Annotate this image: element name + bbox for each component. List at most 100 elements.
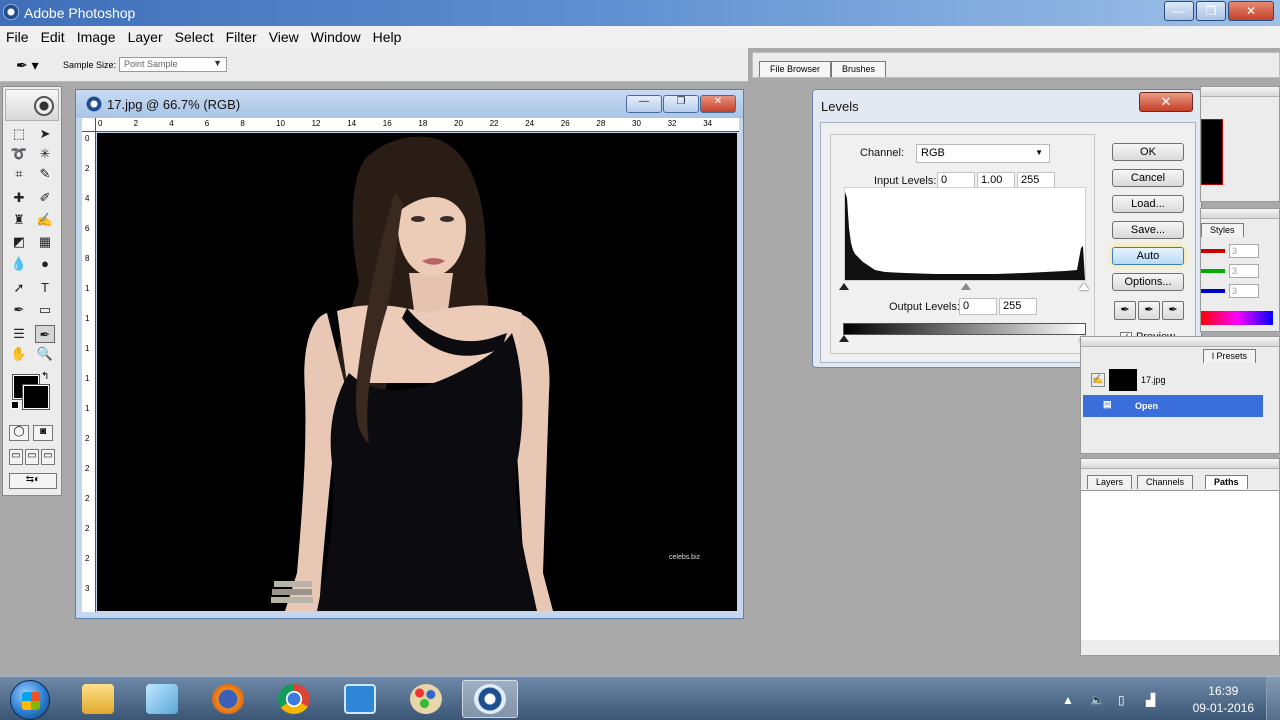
color-palette-header[interactable]	[1201, 209, 1279, 219]
gradient-tool-icon[interactable]: ▦	[35, 233, 55, 251]
document-title-bar[interactable]: 17.jpg @ 66.7% (RGB) — ❐ ✕	[76, 90, 743, 118]
menu-file[interactable]: File	[0, 26, 35, 48]
menu-layer[interactable]: Layer	[122, 26, 169, 48]
battery-icon[interactable]: ▯	[1118, 693, 1125, 707]
magic-wand-tool-icon[interactable]: ✳	[35, 145, 55, 163]
paths-list[interactable]	[1081, 490, 1279, 640]
vertical-ruler[interactable]: 0 2 4 6 8 1 1 1 1 1 2 2 2 2 2 3	[82, 132, 96, 612]
pen-tool-icon[interactable]: ✒	[9, 301, 29, 319]
channel-select[interactable]: RGB ▼	[916, 144, 1050, 163]
hand-tool-icon[interactable]: ✋	[9, 345, 29, 363]
cancel-button[interactable]: Cancel	[1112, 169, 1184, 187]
minimize-button[interactable]: —	[1164, 1, 1194, 21]
show-desktop-button[interactable]	[1266, 677, 1280, 720]
menu-select[interactable]: Select	[169, 26, 220, 48]
notes-tool-icon[interactable]: ☰	[9, 325, 29, 343]
sample-size-select[interactable]: Point Sample ▼	[119, 57, 227, 72]
tab-tool-presets[interactable]: l Presets	[1203, 349, 1257, 363]
tab-channels[interactable]: Channels	[1137, 475, 1194, 489]
ruler-origin[interactable]	[82, 118, 96, 132]
eraser-tool-icon[interactable]: ◩	[9, 233, 29, 251]
taskbar-explorer[interactable]	[70, 680, 126, 718]
screen-mode-full-button[interactable]: ▭	[41, 449, 55, 465]
move-tool-icon[interactable]: ➤	[35, 125, 55, 143]
navigator-palette-header[interactable]	[1201, 87, 1279, 97]
slice-tool-icon[interactable]: ✎	[35, 165, 55, 183]
red-slider[interactable]	[1201, 249, 1225, 253]
blue-slider[interactable]	[1201, 289, 1225, 293]
marquee-tool-icon[interactable]: ⬚	[9, 125, 29, 143]
default-colors-icon[interactable]	[11, 401, 19, 409]
menu-view[interactable]: View	[263, 26, 305, 48]
gray-eyedropper-icon[interactable]: ✒	[1138, 301, 1160, 320]
image-canvas[interactable]: celebs.biz	[97, 133, 737, 611]
document-maximize-button[interactable]: ❐	[663, 95, 699, 113]
taskbar-chrome[interactable]	[266, 680, 322, 718]
green-value-field[interactable]: 3	[1229, 264, 1259, 278]
taskbar-screen-capture[interactable]	[332, 680, 388, 718]
green-slider[interactable]	[1201, 269, 1225, 273]
lasso-tool-icon[interactable]: ➰	[9, 145, 29, 163]
eyedropper-tool-preset-icon[interactable]: ✒ ▾	[16, 57, 42, 73]
blue-value-field[interactable]: 3	[1229, 284, 1259, 298]
menu-image[interactable]: Image	[71, 26, 122, 48]
history-brush-source-icon[interactable]: ✍	[1091, 373, 1105, 387]
document-minimize-button[interactable]: —	[626, 95, 662, 113]
menu-window[interactable]: Window	[305, 26, 367, 48]
auto-button[interactable]: Auto	[1112, 247, 1184, 265]
tab-brushes[interactable]: Brushes	[831, 61, 887, 77]
taskbar-photoshop[interactable]	[462, 680, 518, 718]
load-button[interactable]: Load...	[1112, 195, 1184, 213]
history-state-open[interactable]: ▤ Open	[1083, 395, 1263, 417]
dodge-tool-icon[interactable]: ●	[35, 255, 55, 273]
history-snapshot[interactable]: ✍ 17.jpg	[1083, 369, 1263, 391]
tray-expand-icon[interactable]: ▲	[1062, 693, 1074, 707]
taskbar-paint[interactable]	[398, 680, 454, 718]
ok-button[interactable]: OK	[1112, 143, 1184, 161]
color-ramp[interactable]	[1201, 311, 1273, 325]
volume-icon[interactable]: 🔈	[1090, 693, 1105, 707]
type-tool-icon[interactable]: T	[35, 279, 55, 297]
levels-close-button[interactable]: ✕	[1139, 92, 1193, 112]
adobe-online-icon[interactable]	[34, 96, 54, 116]
tab-styles[interactable]: Styles	[1201, 223, 1244, 237]
input-white-slider[interactable]	[1079, 283, 1089, 290]
taskbar-clock[interactable]: 16:39 09-01-2016	[1193, 683, 1254, 717]
menu-edit[interactable]: Edit	[35, 26, 71, 48]
quick-mask-mode-button[interactable]: ◙	[33, 425, 53, 441]
layers-palette-header[interactable]	[1081, 459, 1279, 469]
taskbar-firefox[interactable]	[200, 680, 256, 718]
eyedropper-tool-icon[interactable]: ✒	[35, 325, 55, 343]
tab-file-browser[interactable]: File Browser	[759, 61, 832, 77]
zoom-tool-icon[interactable]: 🔍	[35, 345, 55, 363]
crop-tool-icon[interactable]: ⌗	[9, 165, 29, 183]
taskbar-notes[interactable]	[134, 680, 190, 718]
rectangle-tool-icon[interactable]: ▭	[35, 301, 55, 319]
output-black-slider[interactable]	[839, 335, 849, 342]
horizontal-ruler[interactable]: 0 2 4 6 8 10 12 14 16 18 20 22 24 26 28 30 32 34	[96, 118, 739, 132]
tab-layers[interactable]: Layers	[1087, 475, 1133, 489]
blur-tool-icon[interactable]: 💧	[9, 255, 29, 273]
clone-stamp-tool-icon[interactable]: ♜	[9, 211, 29, 229]
tab-paths[interactable]: Paths	[1205, 475, 1248, 489]
menu-filter[interactable]: Filter	[220, 26, 263, 48]
network-icon[interactable]: ▟	[1146, 693, 1155, 707]
standard-mode-button[interactable]: ◯	[9, 425, 29, 441]
toolbox-header[interactable]	[5, 89, 59, 121]
history-brush-tool-icon[interactable]: ✍	[35, 211, 55, 229]
red-value-field[interactable]: 3	[1229, 244, 1259, 258]
menu-help[interactable]: Help	[367, 26, 408, 48]
save-button[interactable]: Save...	[1112, 221, 1184, 239]
black-eyedropper-icon[interactable]: ✒	[1114, 301, 1136, 320]
document-close-button[interactable]: ✕	[700, 95, 736, 113]
output-black-field[interactable]: 0	[959, 298, 997, 315]
path-selection-tool-icon[interactable]: ➚	[9, 279, 29, 297]
history-palette-header[interactable]	[1081, 337, 1279, 347]
start-button[interactable]	[10, 680, 50, 720]
brush-tool-icon[interactable]: ✐	[35, 189, 55, 207]
output-white-field[interactable]: 255	[999, 298, 1037, 315]
navigator-thumbnail[interactable]	[1201, 119, 1223, 185]
white-eyedropper-icon[interactable]: ✒	[1162, 301, 1184, 320]
background-color-swatch[interactable]	[22, 384, 50, 410]
jump-to-imageready-button[interactable]: ⇆◐	[9, 473, 57, 489]
